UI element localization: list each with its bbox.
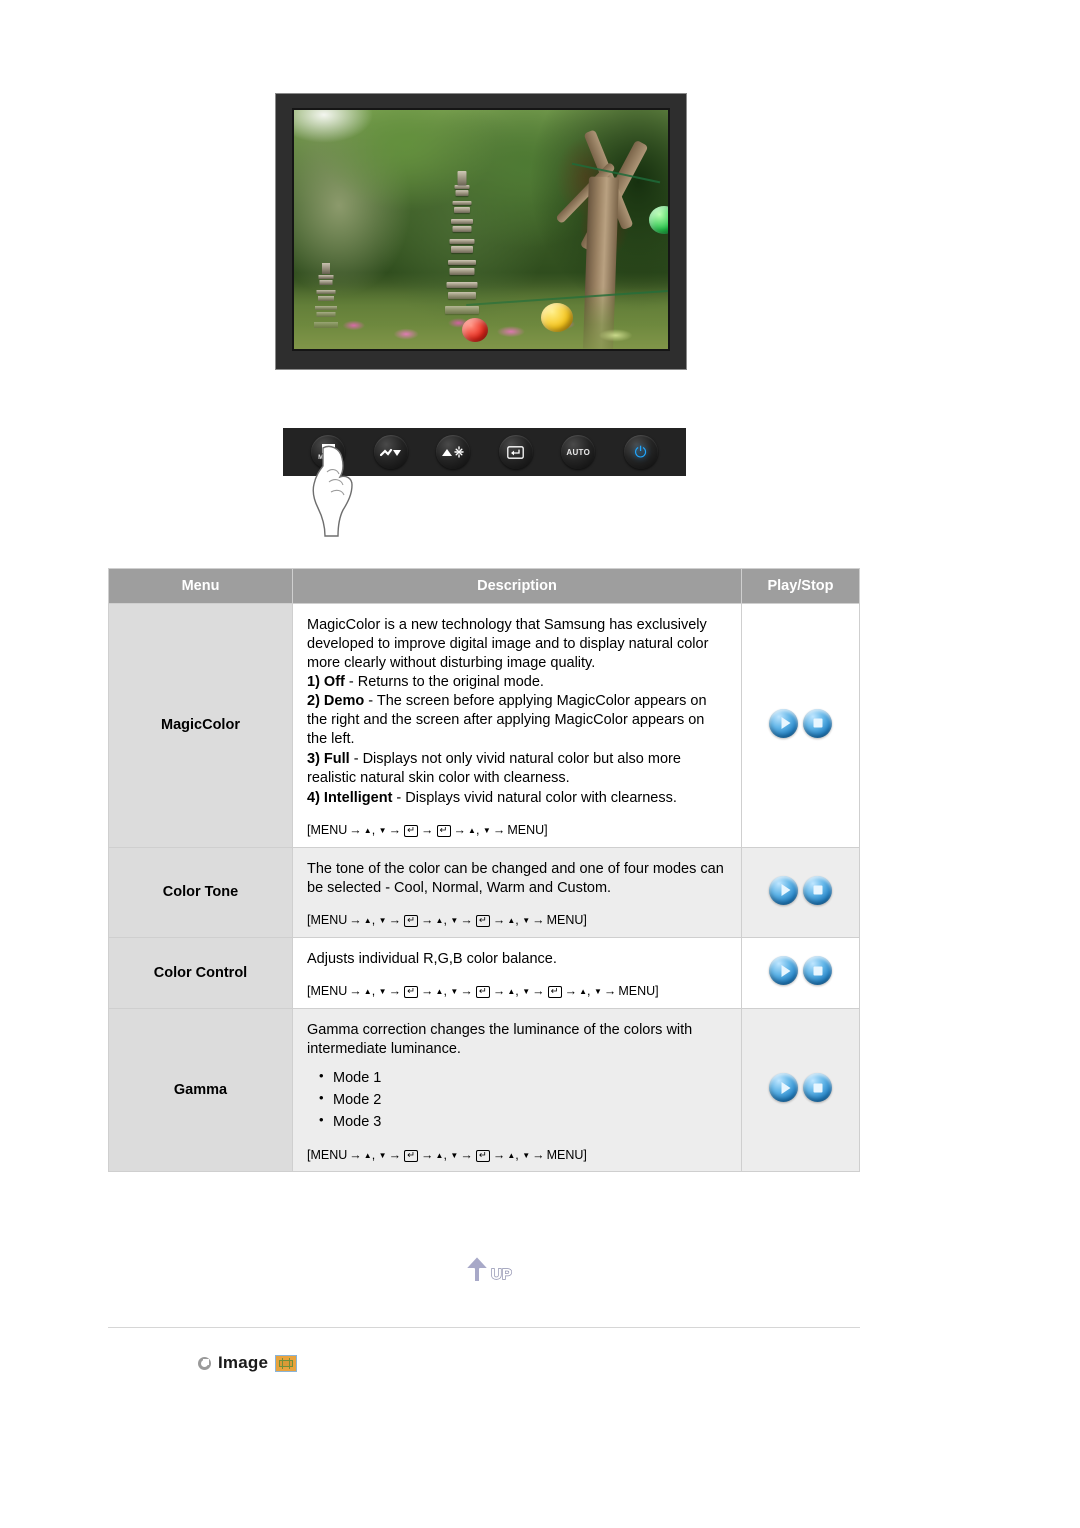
option-list: 1) Off - Returns to the original mode. 2)…	[307, 673, 727, 808]
menu-name-cell: MagicColor	[108, 603, 293, 848]
table-header-row: Menu Description Play/Stop	[108, 568, 860, 604]
column-header-description: Description	[292, 568, 742, 604]
stop-button[interactable]	[803, 956, 832, 986]
control-panel-bar: MENU AUTO ⏻	[283, 428, 686, 476]
description-cell: Gamma correction changes the luminance o…	[292, 1007, 742, 1173]
description-cell: MagicColor is a new technology that Sams…	[292, 603, 742, 848]
image-adjust-icon	[275, 1354, 298, 1372]
play-button[interactable]	[769, 956, 798, 986]
monitor-control-panel: MENU AUTO ⏻	[283, 428, 686, 537]
menu-description-table: Menu Description Play/Stop MagicColor Mag…	[108, 568, 860, 1173]
play-stop-cell	[741, 936, 860, 1009]
table-row: Gamma Gamma correction changes the lumina…	[108, 1007, 860, 1173]
up-button[interactable]: UP	[460, 1252, 516, 1286]
stop-button[interactable]	[803, 1073, 832, 1103]
play-stop-controls	[769, 708, 832, 738]
up-button-label: UP	[491, 1266, 512, 1283]
list-item: Mode 1	[319, 1068, 727, 1088]
monitor-bezel	[275, 93, 687, 370]
list-item: Mode 2	[319, 1090, 727, 1110]
option-item: 4) Intelligent - Displays vivid natural …	[307, 789, 677, 806]
column-header-menu: Menu	[108, 568, 293, 604]
stop-button[interactable]	[803, 708, 832, 738]
section-label: Image	[218, 1353, 269, 1372]
power-button[interactable]: ⏻	[623, 435, 658, 469]
option-item: 3) Full - Displays not only vivid natura…	[307, 750, 681, 786]
stop-button[interactable]	[803, 875, 832, 905]
menu-path-notation: [MENU → ▲, ▼ → ↵ → ▲, ▼ → ↵ → ▲, ▼ → MENU]	[307, 1147, 587, 1162]
image-section-heading: Image	[198, 1353, 298, 1373]
menu-button-label: MENU	[318, 453, 339, 461]
table-body: MagicColor MagicColor is a new technology…	[108, 603, 860, 1173]
yellow-lantern-icon	[540, 303, 573, 333]
description-cell: Adjusts individual R,G,B color balance. […	[292, 936, 742, 1009]
table-row: Color Tone The tone of the color can be c…	[108, 846, 860, 938]
monitor-illustration	[275, 93, 687, 370]
brightness-up-icon	[442, 446, 464, 458]
menu-name-cell: Color Control	[108, 936, 293, 1009]
option-item: 2) Demo - The screen before applying Mag…	[307, 693, 707, 748]
enter-button[interactable]	[498, 435, 533, 469]
auto-button-label: AUTO	[566, 447, 591, 457]
table-row: Color Control Adjusts individual R,G,B co…	[108, 936, 860, 1009]
menu-name-cell: Color Tone	[108, 846, 293, 938]
play-stop-controls	[769, 1073, 832, 1103]
description-text: Gamma correction changes the luminance o…	[307, 1021, 693, 1057]
description-text: MagicColor is a new technology that Sams…	[307, 617, 709, 671]
play-stop-cell	[741, 603, 860, 848]
list-item: Mode 3	[319, 1112, 727, 1132]
mode-list: Mode 1Mode 2Mode 3	[307, 1068, 727, 1132]
green-lantern-icon	[649, 205, 668, 234]
menu-bars-icon	[321, 443, 335, 453]
volume-down-icon	[379, 448, 401, 456]
play-stop-controls	[769, 956, 832, 986]
column-header-play-stop: Play/Stop	[741, 568, 860, 604]
option-item: 1) Off - Returns to the original mode.	[307, 673, 544, 690]
menu-path-notation: [MENU → ▲, ▼ → ↵ → ▲, ▼ → ↵ → ▲, ▼ → ↵ → ▲, ▼ → MENU]	[307, 984, 659, 999]
play-stop-cell	[741, 846, 860, 938]
description-text: Adjusts individual R,G,B color balance.	[307, 950, 557, 967]
description-cell: The tone of the color can be changed and…	[292, 846, 742, 938]
play-button[interactable]	[769, 708, 798, 738]
down-button[interactable]	[373, 435, 408, 469]
play-button[interactable]	[769, 875, 798, 905]
menu-path-notation: [MENU → ▲, ▼ → ↵ → ▲, ▼ → ↵ → ▲, ▼ → MENU]	[307, 913, 587, 928]
brightness-button[interactable]	[436, 435, 471, 469]
auto-button[interactable]: AUTO	[561, 435, 596, 469]
bullet-ring-icon	[198, 1356, 211, 1370]
table-row: MagicColor MagicColor is a new technology…	[108, 603, 860, 848]
description-text: The tone of the color can be changed and…	[307, 860, 724, 896]
menu-button[interactable]: MENU	[311, 435, 346, 469]
menu-path-notation: [MENU → ▲, ▼ → ↵ → ↵ → ▲, ▼ → MENU]	[307, 823, 548, 838]
play-stop-controls	[769, 875, 832, 905]
menu-name-cell: Gamma	[108, 1007, 293, 1173]
play-stop-cell	[741, 1007, 860, 1173]
section-divider	[108, 1327, 860, 1328]
enter-key-icon	[507, 445, 525, 459]
play-button[interactable]	[769, 1073, 798, 1103]
power-icon: ⏻	[634, 443, 647, 461]
red-lantern-icon	[462, 317, 489, 342]
monitor-screen	[292, 108, 670, 351]
